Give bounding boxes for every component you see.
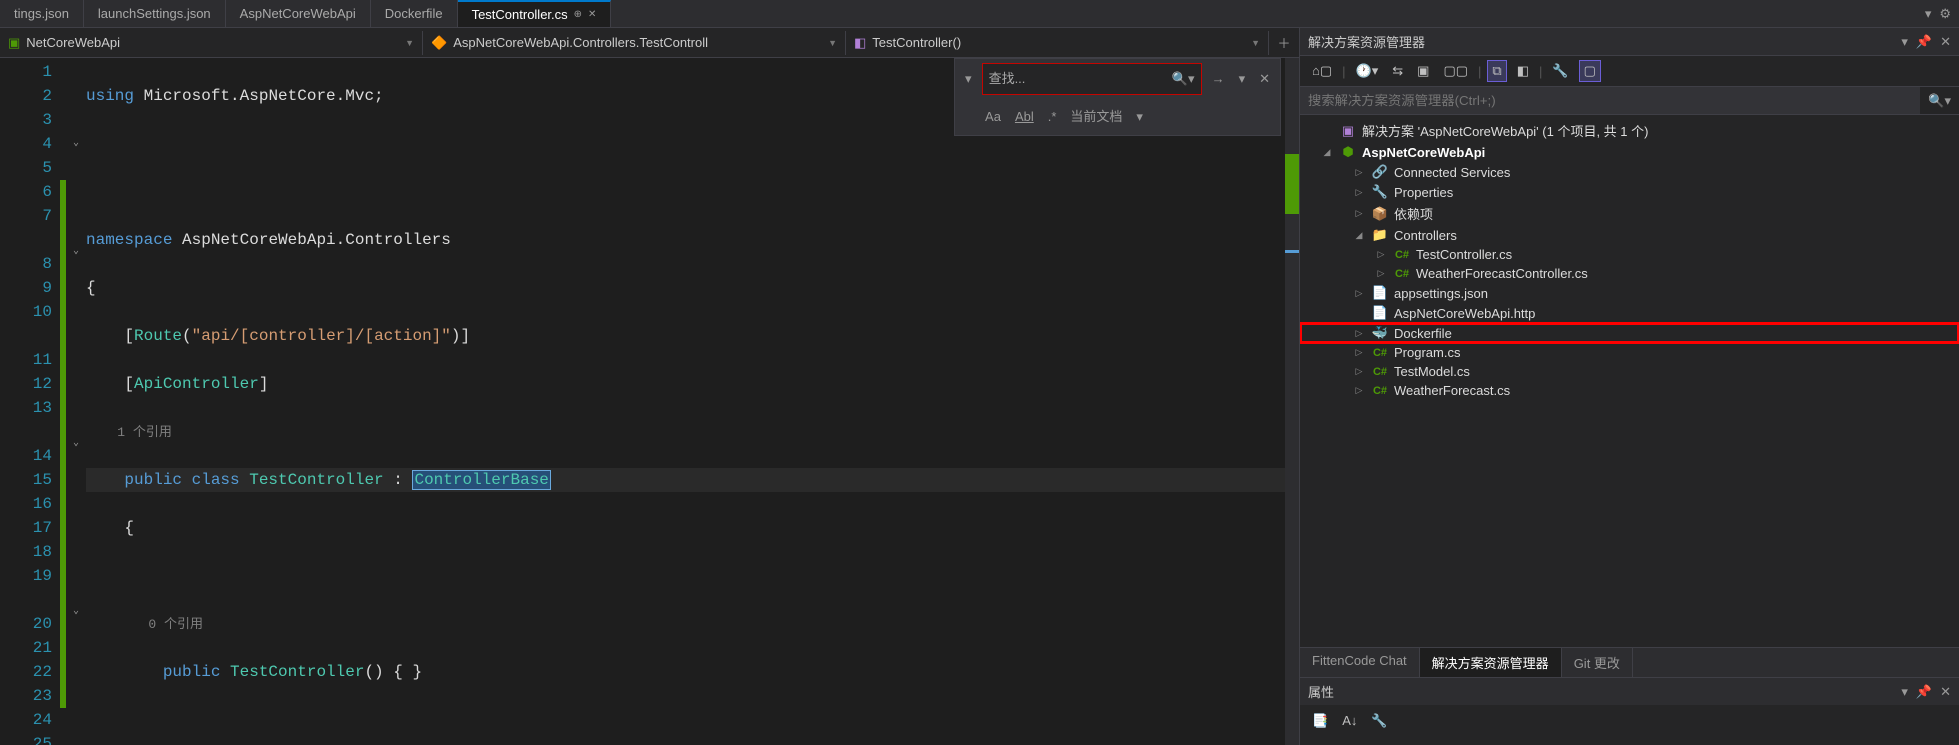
package-icon: 📦: [1371, 206, 1389, 222]
properties-title: 属性 ▾ 📌 ✕: [1300, 677, 1959, 705]
home-icon[interactable]: ⌂▢: [1308, 61, 1336, 81]
tab-fitten[interactable]: FittenCode Chat: [1300, 648, 1420, 677]
csharp-icon: C#: [1371, 366, 1389, 378]
class-icon: 🔶: [431, 35, 447, 51]
folder-icon: 📁: [1371, 227, 1389, 243]
tab-solution-explorer[interactable]: 解决方案资源管理器: [1420, 648, 1562, 677]
wrench-icon[interactable]: 🔧: [1548, 61, 1572, 81]
solution-search: 🔍▾: [1300, 87, 1959, 115]
nav-project-dropdown[interactable]: ▣ NetCoreWebApi ▼: [0, 31, 423, 55]
solution-explorer-toolbar: ⌂▢ | 🕐▾ ⇆ ▣ ▢▢ | ⧉ ◧ | 🔧 ▢: [1300, 56, 1959, 87]
gear-icon[interactable]: ⚙: [1939, 6, 1951, 22]
code-surface[interactable]: ▾ 查找... 🔍▾ → ▾ ✕ Aa Abl .* 当前文档 ▾: [0, 58, 1299, 745]
overview-ruler[interactable]: [1285, 58, 1299, 745]
pin-icon[interactable]: 📌: [1916, 684, 1932, 700]
history-icon[interactable]: 🕐▾: [1352, 61, 1383, 81]
controllers-folder[interactable]: ◢ 📁 Controllers: [1300, 225, 1959, 245]
alphabetical-icon[interactable]: A↓: [1338, 711, 1361, 739]
close-icon[interactable]: ✕: [1940, 34, 1951, 50]
chevron-down-icon: ▼: [1251, 38, 1260, 48]
connected-services-node[interactable]: ▷ 🔗 Connected Services: [1300, 162, 1959, 182]
collapse-icon[interactable]: ▢▢: [1439, 61, 1472, 81]
solution-explorer-title: 解决方案资源管理器 ▾ 📌 ✕: [1300, 28, 1959, 56]
solution-search-input[interactable]: [1300, 87, 1920, 114]
show-all-icon[interactable]: ▣: [1413, 61, 1433, 81]
solution-explorer: 解决方案资源管理器 ▾ 📌 ✕ ⌂▢ | 🕐▾ ⇆ ▣ ▢▢ | ⧉ ◧ | 🔧…: [1299, 28, 1959, 745]
find-dropdown-icon[interactable]: ▾: [1235, 65, 1250, 93]
find-panel: ▾ 查找... 🔍▾ → ▾ ✕ Aa Abl .* 当前文档 ▾: [954, 58, 1281, 136]
match-case-icon[interactable]: Aa: [981, 103, 1005, 131]
appsettings-file[interactable]: ▷ 📄 appsettings.json: [1300, 283, 1959, 303]
httpfile[interactable]: 📄 AspNetCoreWebApi.http: [1300, 303, 1959, 323]
csharp-icon: C#: [1371, 385, 1389, 397]
regex-icon[interactable]: .*: [1044, 103, 1061, 131]
dockerfile-item[interactable]: ▷ 🐳 Dockerfile: [1300, 323, 1959, 343]
pin-icon[interactable]: 📌: [1916, 34, 1932, 50]
close-icon[interactable]: ✕: [588, 9, 596, 20]
split-editor-button[interactable]: ＋: [1269, 33, 1299, 52]
connected-icon: 🔗: [1371, 164, 1389, 180]
find-mode-dropdown[interactable]: ▾: [961, 65, 976, 93]
http-icon: 📄: [1371, 305, 1389, 321]
scope-label: 当前文档: [1066, 103, 1126, 131]
tab-git[interactable]: Git 更改: [1562, 648, 1633, 677]
scope-dropdown-icon[interactable]: ▾: [1132, 103, 1147, 131]
tab-testcontroller[interactable]: TestController.cs ⊕ ✕: [458, 0, 612, 27]
navigation-bar: ▣ NetCoreWebApi ▼ 🔶 AspNetCoreWebApi.Con…: [0, 28, 1299, 58]
fold-margin[interactable]: ⌄ ⌄ ⌄ ⌄: [66, 58, 86, 745]
show-files-icon[interactable]: ⧉: [1487, 60, 1506, 82]
solution-node[interactable]: ▣ 解决方案 'AspNetCoreWebApi' (1 个项目, 共 1 个): [1300, 119, 1959, 142]
code-text[interactable]: using Microsoft.AspNetCore.Mvc; namespac…: [86, 58, 1285, 745]
tab-dockerfile[interactable]: Dockerfile: [371, 0, 458, 27]
sync-icon[interactable]: ⇆: [1388, 61, 1407, 81]
find-next-icon[interactable]: →: [1208, 65, 1229, 93]
search-icon[interactable]: 🔍▾: [1172, 67, 1195, 91]
nav-member-dropdown[interactable]: ◧ TestController() ▼: [846, 31, 1269, 55]
close-icon[interactable]: ✕: [1940, 684, 1951, 700]
testcontroller-file[interactable]: ▷ C# TestController.cs: [1300, 245, 1959, 264]
preview-icon[interactable]: ▢: [1579, 60, 1601, 82]
dropdown-icon[interactable]: ▾: [1901, 684, 1908, 700]
chevron-down-icon: ▼: [828, 38, 837, 48]
method-icon: ◧: [854, 35, 866, 51]
csharp-project-icon: ⬢: [1339, 144, 1357, 160]
csharp-icon: C#: [1393, 249, 1411, 261]
wrench-icon: 🔧: [1371, 184, 1389, 200]
search-icon[interactable]: 🔍▾: [1920, 93, 1959, 109]
document-tabs: tings.json launchSettings.json AspNetCor…: [0, 0, 1959, 28]
json-icon: 📄: [1371, 285, 1389, 301]
tab-tings-json[interactable]: tings.json: [0, 0, 84, 27]
line-number-gutter: 123 456 78 910 11 12 13 14 15 161718 19 …: [0, 58, 60, 745]
find-input[interactable]: 查找... 🔍▾: [982, 63, 1202, 95]
categorize-icon[interactable]: 📑: [1308, 711, 1332, 739]
dropdown-icon[interactable]: ▾: [1901, 34, 1908, 50]
tab-aspnetcore[interactable]: AspNetCoreWebApi: [226, 0, 371, 27]
weathercontroller-file[interactable]: ▷ C# WeatherForecastController.cs: [1300, 264, 1959, 283]
project-icon: ▣: [8, 35, 20, 51]
whole-word-icon[interactable]: Abl: [1011, 103, 1038, 131]
class-view-icon[interactable]: ◧: [1513, 61, 1533, 81]
close-icon[interactable]: ✕: [1255, 65, 1274, 93]
solution-tree: ▣ 解决方案 'AspNetCoreWebApi' (1 个项目, 共 1 个)…: [1300, 115, 1959, 647]
weatherforecast-file[interactable]: ▷ C# WeatherForecast.cs: [1300, 381, 1959, 400]
nav-class-dropdown[interactable]: 🔶 AspNetCoreWebApi.Controllers.TestContr…: [423, 31, 846, 55]
project-node[interactable]: ◢ ⬢ AspNetCoreWebApi: [1300, 142, 1959, 162]
properties-body: 📑 A↓ 🔧: [1300, 705, 1959, 745]
properties-node[interactable]: ▷ 🔧 Properties: [1300, 182, 1959, 202]
csharp-icon: C#: [1393, 268, 1411, 280]
chevron-down-icon: ▼: [405, 38, 414, 48]
dependencies-node[interactable]: ▷ 📦 依赖项: [1300, 202, 1959, 225]
tab-launchsettings[interactable]: launchSettings.json: [84, 0, 226, 27]
code-editor: ▣ NetCoreWebApi ▼ 🔶 AspNetCoreWebApi.Con…: [0, 28, 1299, 745]
program-file[interactable]: ▷ C# Program.cs: [1300, 343, 1959, 362]
testmodel-file[interactable]: ▷ C# TestModel.cs: [1300, 362, 1959, 381]
side-panel-tabs: FittenCode Chat 解决方案资源管理器 Git 更改: [1300, 647, 1959, 677]
wrench-icon[interactable]: 🔧: [1367, 711, 1391, 739]
solution-icon: ▣: [1339, 123, 1357, 139]
docker-icon: 🐳: [1371, 325, 1389, 341]
pin-icon[interactable]: ⊕: [574, 9, 582, 20]
tab-overflow-icon[interactable]: ▾: [1925, 6, 1932, 22]
csharp-icon: C#: [1371, 347, 1389, 359]
